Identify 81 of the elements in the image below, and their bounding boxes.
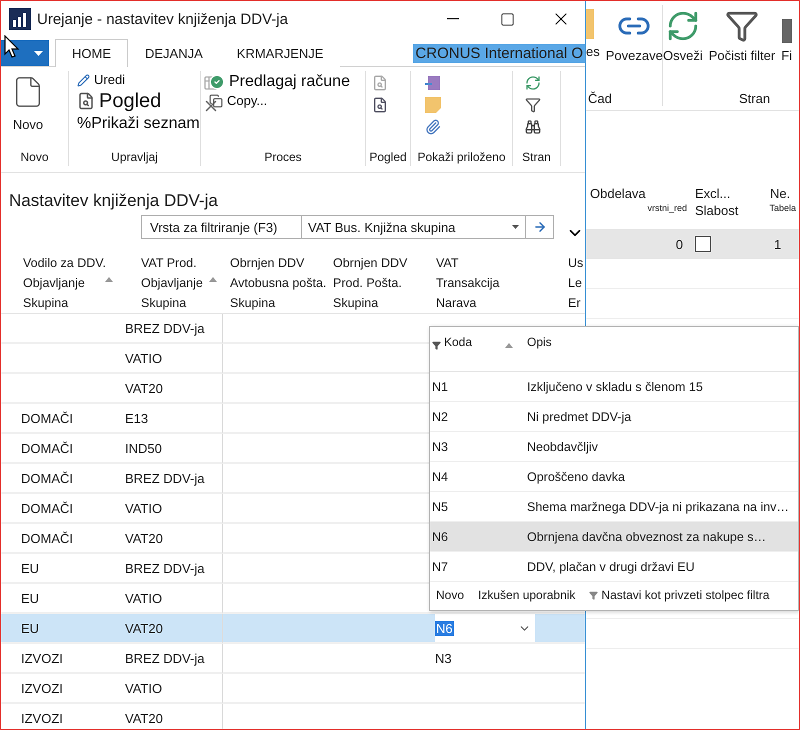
- search-icon: [77, 92, 95, 110]
- pencil-icon: [77, 74, 90, 87]
- edit-button[interactable]: Uredi: [75, 73, 202, 88]
- table-cell-text: 1: [773, 236, 782, 252]
- attachment-icon[interactable]: [425, 119, 441, 135]
- table-cell: VAT20: [119, 614, 223, 644]
- ribbon-button[interactable]: Povezave: [606, 5, 663, 63]
- group-label: Upravljaj: [110, 150, 159, 166]
- table-cell: VATIO: [119, 344, 223, 374]
- lookup-row[interactable]: N3 Neobdavčljiv: [430, 432, 798, 462]
- notebook-icon[interactable]: [425, 75, 441, 91]
- group-label: Proces: [263, 150, 303, 166]
- table-cell: BREZ DDV-ja: [119, 464, 223, 494]
- check-icon: [209, 74, 225, 90]
- table-cell: VATIO: [119, 584, 223, 614]
- lookup-row[interactable]: N2 Ni predmet DDV-ja: [430, 402, 798, 432]
- clear-filter-icon: [724, 9, 759, 43]
- checkbox[interactable]: [695, 236, 711, 252]
- ribbon-button[interactable]: Osveži: [663, 5, 703, 63]
- lookup-row[interactable]: N5 Shema maržnega DDV-ja ni prikazana na inv…: [430, 492, 798, 522]
- group-label: Pokaži priloženo: [416, 150, 507, 166]
- view-button[interactable]: Pogled: [75, 90, 202, 112]
- clear-filter-icon[interactable]: [525, 97, 541, 113]
- lookup-row[interactable]: N7 DDV, plačan v drugi državi EU: [430, 552, 798, 582]
- ribbon-button[interactable]: Fi: [781, 5, 792, 63]
- new-button[interactable]: Novo: [7, 73, 49, 148]
- group-label: Stran: [521, 150, 552, 166]
- filter-field-dropdown[interactable]: VAT Bus. Knjižna skupina: [301, 215, 526, 239]
- ribbon-button[interactable]: es: [586, 5, 600, 59]
- suggest-invoices-button[interactable]: Predlagaj račune: [207, 73, 352, 91]
- caret-icon: [34, 50, 43, 56]
- table-cell: BREZ DDV-ja: [119, 644, 223, 674]
- table-cell: VAT20: [119, 524, 223, 554]
- column-header[interactable]: Ne. Tabela: [766, 186, 799, 226]
- column-header[interactable]: Excl... Slabost: [691, 186, 766, 226]
- group-label: Pogled: [368, 150, 408, 166]
- copy-button[interactable]: Copy...: [207, 94, 352, 108]
- group-label: Čad: [587, 91, 613, 106]
- refresh-icon[interactable]: [525, 75, 541, 91]
- table-cell: BREZ DDV-ja: [119, 554, 223, 584]
- table-cell: BREZ DDV-ja: [119, 314, 223, 344]
- sort-arrow-icon: [105, 277, 113, 282]
- search-icon[interactable]: [372, 97, 388, 113]
- ribbon-tab[interactable]: HOME: [55, 39, 128, 67]
- table-cell-text: 0: [674, 236, 684, 252]
- cursor-icon: [4, 35, 20, 59]
- lookup-row[interactable]: N6 Obrnjena davčna obveznost za nakupe s…: [430, 522, 798, 552]
- filter-input[interactable]: Vrsta za filtriranje (F3): [141, 215, 301, 239]
- column-header[interactable]: Opis: [525, 327, 798, 371]
- table-cell: EU: [1, 614, 119, 644]
- group-label: Stran: [738, 91, 772, 106]
- page-title: Nastavitev knjiženja DDV-ja: [8, 190, 219, 212]
- column-header[interactable]: Obdelava vrstni_red: [586, 186, 691, 226]
- sort-arrow-icon: [505, 343, 513, 348]
- sort-arrow-icon: [209, 277, 217, 282]
- table-cell: IND50: [119, 434, 223, 464]
- table-edit-icon: [202, 75, 219, 91]
- ribbon-button[interactable]: Počisti filter: [708, 5, 776, 63]
- caret-icon: [512, 225, 519, 229]
- window-title: Urejanje - nastavitev knjiženja DDV-ja: [37, 10, 289, 28]
- maximize-icon: [500, 12, 514, 26]
- apply-filter-button[interactable]: [526, 215, 554, 239]
- new-link[interactable]: Novo: [436, 588, 464, 602]
- table-cell: E13: [119, 404, 223, 434]
- lookup-row[interactable]: N1 Izključeno v skladu s členom 15: [430, 372, 798, 402]
- column-header[interactable]: Koda: [430, 327, 525, 371]
- table-cell: VATIO: [119, 674, 223, 704]
- code-dropdown[interactable]: N6: [435, 614, 535, 642]
- company-name: CRONUS International O: [413, 44, 585, 63]
- group-label: Novo: [19, 150, 50, 166]
- lookup-row[interactable]: N4 Oproščeno davka: [430, 462, 798, 492]
- arrow-right-icon: [532, 220, 546, 234]
- binoculars-icon[interactable]: [525, 119, 541, 135]
- advanced-link[interactable]: Izkušen uporabnik: [478, 588, 576, 602]
- show-list-button[interactable]: %Prikaži seznam: [75, 115, 202, 133]
- table-cell: VATIO: [119, 494, 223, 524]
- app-logo-icon: [9, 8, 31, 30]
- minimize-icon: [447, 18, 459, 20]
- copy-icon: [209, 94, 223, 108]
- table-cell: VAT20: [119, 374, 223, 404]
- set-default-filter-link[interactable]: Nastavi kot privzeti stolpec filtra: [589, 588, 770, 602]
